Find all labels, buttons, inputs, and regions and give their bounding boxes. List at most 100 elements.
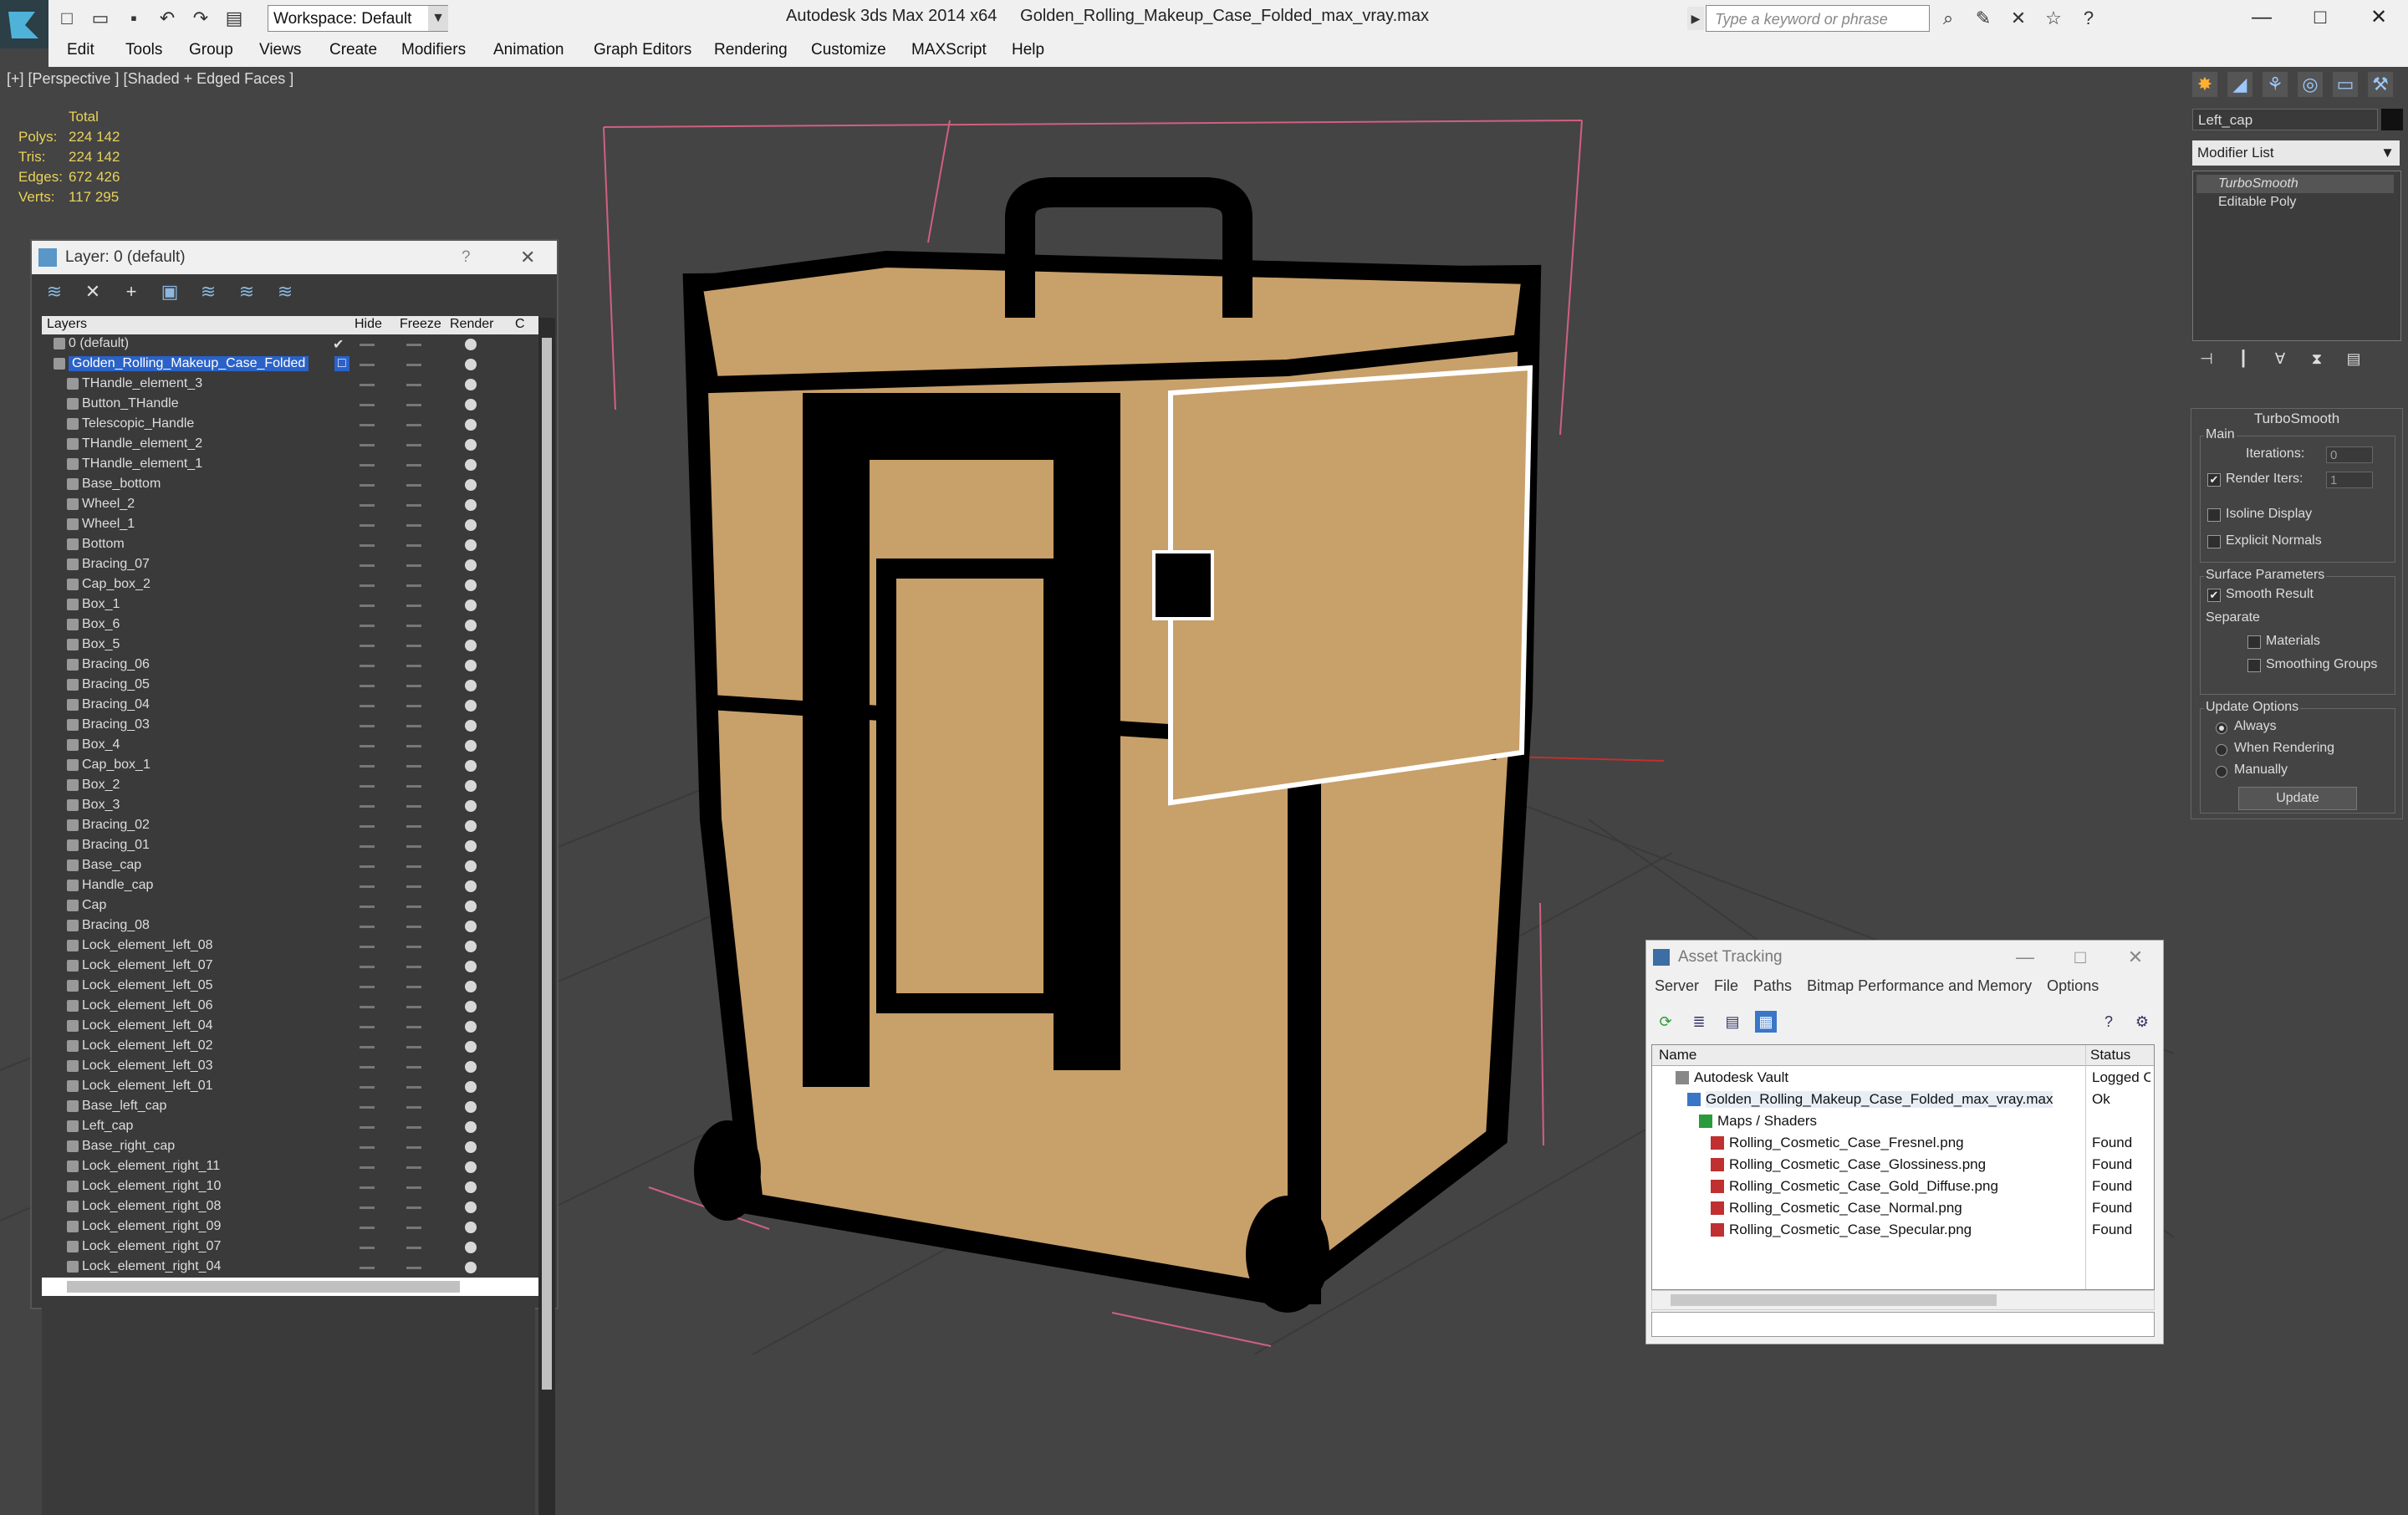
hide-toggle[interactable] [360, 745, 375, 747]
layer-row[interactable]: Bottom [42, 535, 535, 555]
motion-tab-icon[interactable]: ◎ [2298, 72, 2323, 97]
layer-row[interactable]: THandle_element_1 [42, 455, 535, 475]
render-iters-checkbox[interactable]: ✔ [2207, 473, 2221, 487]
hide-all-layers-icon[interactable]: ≋ [236, 281, 258, 303]
hide-toggle[interactable] [360, 805, 375, 808]
workspace-select[interactable]: Workspace: Default [268, 5, 448, 32]
menu-paths[interactable]: Paths [1753, 977, 1792, 995]
layer-row[interactable]: Left_cap [42, 1117, 535, 1137]
remove-modifier-icon[interactable]: ⧗ [2306, 348, 2328, 370]
freeze-toggle[interactable] [406, 785, 421, 788]
layer-row[interactable]: Telescopic_Handle [42, 415, 535, 435]
hide-toggle[interactable] [360, 946, 375, 948]
col-name[interactable]: Name [1659, 1047, 1696, 1064]
freeze-toggle[interactable] [406, 524, 421, 527]
render-toggle-icon[interactable] [465, 1201, 477, 1213]
freeze-toggle[interactable] [406, 645, 421, 647]
hide-toggle[interactable] [360, 825, 375, 828]
layer-row[interactable]: Cap_box_1 [42, 756, 535, 776]
render-toggle-icon[interactable] [465, 620, 477, 631]
layer-row[interactable]: Bracing_01 [42, 836, 535, 856]
project-folder-icon[interactable]: ▤ [222, 7, 246, 30]
smoothing-groups-checkbox[interactable] [2247, 659, 2261, 672]
hide-toggle[interactable] [360, 685, 375, 687]
render-toggle-icon[interactable] [465, 1161, 477, 1173]
layer-row[interactable]: Lock_element_right_10 [42, 1177, 535, 1197]
layer-row[interactable]: Bracing_02 [42, 816, 535, 836]
always-radio[interactable] [2216, 722, 2227, 734]
layer-row[interactable]: Lock_element_left_07 [42, 956, 535, 977]
freeze-toggle[interactable] [406, 1166, 421, 1169]
layer-row[interactable]: Bracing_08 [42, 916, 535, 936]
menu-server[interactable]: Server [1655, 977, 1699, 995]
render-toggle-icon[interactable] [465, 419, 477, 431]
render-toggle-icon[interactable] [465, 680, 477, 691]
menu-group[interactable]: Group [189, 41, 233, 59]
col-layers[interactable]: Layers [47, 317, 87, 332]
hide-toggle[interactable] [360, 865, 375, 868]
materials-checkbox[interactable] [2247, 635, 2261, 649]
freeze-toggle[interactable] [406, 865, 421, 868]
redo-icon[interactable]: ↷ [189, 7, 212, 30]
close-icon[interactable]: ✕ [2108, 941, 2163, 974]
communication-center-icon[interactable]: ✎ [1972, 7, 1995, 30]
menu-animation[interactable]: Animation [493, 41, 564, 59]
hide-toggle[interactable] [360, 1146, 375, 1149]
hide-toggle[interactable] [360, 1066, 375, 1069]
layer-row[interactable]: Bracing_06 [42, 655, 535, 676]
hide-toggle[interactable] [360, 705, 375, 707]
render-toggle-icon[interactable] [465, 900, 477, 912]
render-toggle-icon[interactable] [465, 1121, 477, 1133]
list-view-icon[interactable]: ≣ [1688, 1011, 1710, 1033]
render-toggle-icon[interactable] [465, 700, 477, 712]
hide-toggle[interactable] [360, 905, 375, 908]
open-file-icon[interactable]: ▭ [89, 7, 112, 30]
freeze-toggle[interactable] [406, 504, 421, 507]
when-rendering-radio[interactable] [2216, 744, 2227, 756]
manually-radio[interactable] [2216, 766, 2227, 778]
layer-row[interactable]: Box_6 [42, 615, 535, 635]
hide-toggle[interactable] [360, 484, 375, 487]
menu-bitmap-performance[interactable]: Bitmap Performance and Memory [1807, 977, 2032, 995]
asset-row[interactable]: Maps / Shaders [1652, 1110, 2154, 1132]
smooth-result-checkbox[interactable]: ✔ [2207, 589, 2221, 602]
freeze-toggle[interactable] [406, 745, 421, 747]
hide-toggle[interactable] [360, 926, 375, 928]
layer-row[interactable]: Box_5 [42, 635, 535, 655]
hide-toggle[interactable] [360, 564, 375, 567]
freeze-toggle[interactable] [406, 665, 421, 667]
hide-toggle[interactable] [360, 584, 375, 587]
current-layer-check-icon[interactable]: ✔ [333, 336, 344, 353]
object-name-field[interactable]: Left_cap [2192, 109, 2378, 130]
freeze-toggle[interactable] [406, 725, 421, 727]
table-view-icon[interactable]: ▦ [1755, 1011, 1777, 1033]
rollout-title[interactable]: TurboSmooth [2191, 411, 2402, 427]
layer-window-titlebar[interactable]: Layer: 0 (default) ? ✕ [32, 241, 557, 274]
chevron-down-icon[interactable]: ▼ [428, 6, 448, 31]
layer-row[interactable]: Base_bottom [42, 475, 535, 495]
layer-row[interactable]: Lock_element_left_05 [42, 977, 535, 997]
render-toggle-icon[interactable] [465, 399, 477, 411]
hide-toggle[interactable] [360, 604, 375, 607]
render-toggle-icon[interactable] [465, 921, 477, 932]
freeze-toggle[interactable] [406, 1267, 421, 1269]
layer-row[interactable]: Base_right_cap [42, 1137, 535, 1157]
set-current-layer-icon[interactable]: □ [334, 356, 349, 371]
render-toggle-icon[interactable] [465, 499, 477, 511]
layer-row[interactable]: Wheel_1 [42, 515, 535, 535]
render-toggle-icon[interactable] [465, 640, 477, 651]
modify-tab-icon[interactable]: ◢ [2227, 72, 2252, 97]
render-toggle-icon[interactable] [465, 880, 477, 892]
hide-toggle[interactable] [360, 625, 375, 627]
tree-view-icon[interactable]: ▤ [1722, 1011, 1743, 1033]
render-toggle-icon[interactable] [465, 1222, 477, 1233]
menu-customize[interactable]: Customize [811, 41, 886, 59]
col-render[interactable]: Render [450, 317, 493, 332]
layer-row[interactable]: Bracing_03 [42, 716, 535, 736]
render-toggle-icon[interactable] [465, 1242, 477, 1253]
maximize-icon[interactable]: □ [2291, 0, 2349, 35]
freeze-toggle[interactable] [406, 926, 421, 928]
freeze-toggle[interactable] [406, 604, 421, 607]
render-toggle-icon[interactable] [465, 941, 477, 952]
hide-toggle[interactable] [360, 1006, 375, 1008]
